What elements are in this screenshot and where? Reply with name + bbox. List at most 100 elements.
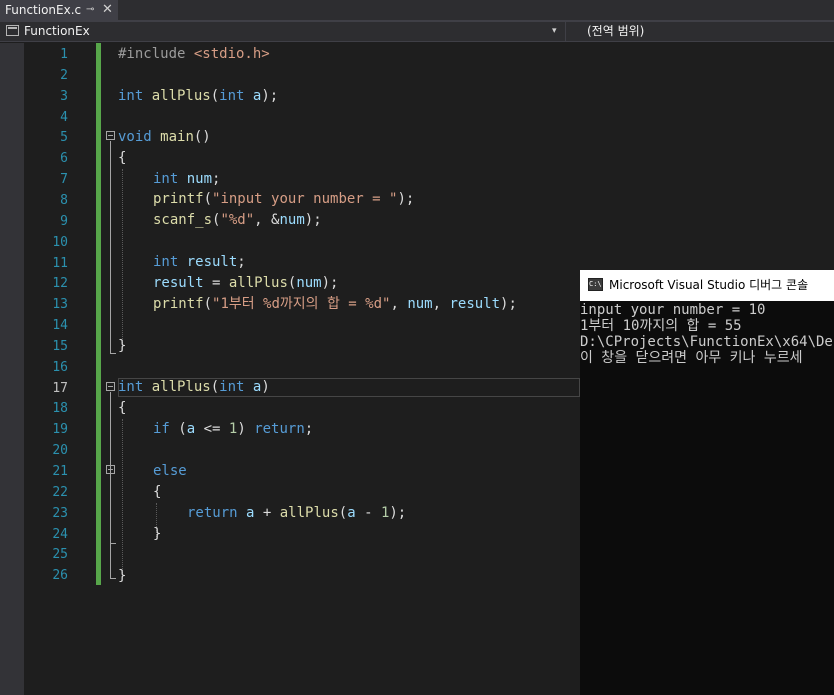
token-punct: ( [210, 379, 220, 395]
collapse-else-icon[interactable] [106, 465, 115, 474]
token-keyword: int [153, 171, 187, 187]
code-line-22: { [153, 482, 161, 503]
token-punct: - [355, 505, 381, 521]
token-preprocessor: #include [118, 46, 194, 62]
document-tab-strip: FunctionEx.c ⊸ ✕ [0, 0, 834, 20]
token-punct: () [193, 129, 211, 145]
token-function: allPlus [228, 275, 288, 291]
project-name: FunctionEx [24, 24, 90, 38]
line-number: 1 [60, 47, 68, 62]
line-number: 20 [52, 443, 68, 458]
indent-guide [122, 419, 123, 577]
code-line-5: void main() [118, 127, 211, 148]
fold-line-main [110, 141, 111, 353]
line-number: 23 [52, 506, 68, 521]
token-punct: ) [261, 379, 270, 395]
token-punct: ); [389, 505, 407, 521]
line-number: 22 [52, 485, 68, 500]
token-punct: ); [261, 88, 279, 104]
project-dropdown[interactable]: FunctionEx ▾ [0, 22, 566, 41]
line-number: 2 [60, 68, 68, 83]
code-line-12: result = allPlus(num); [153, 273, 338, 294]
navigation-bar: FunctionEx ▾ (전역 범위) [0, 22, 834, 42]
token-punct: ( [338, 505, 348, 521]
console-title: Microsoft Visual Studio 디버그 콘솔 [609, 278, 809, 292]
debug-console-window[interactable]: C:\ Microsoft Visual Studio 디버그 콘솔 input… [580, 270, 834, 695]
token-function: allPlus [151, 88, 211, 104]
code-line-1: #include <stdio.h> [118, 44, 270, 65]
fold-line-else [110, 475, 111, 543]
line-number: 24 [52, 527, 68, 542]
chevron-down-icon[interactable]: ▾ [552, 22, 557, 41]
pin-icon[interactable]: ⊸ [86, 0, 94, 20]
line-number: 25 [52, 547, 68, 562]
collapse-allplus-icon[interactable] [106, 382, 115, 391]
line-number: 12 [52, 276, 68, 291]
console-output-line: D:\CProjects\FunctionEx\x64\Debu [580, 334, 834, 350]
token-function: printf [153, 191, 204, 207]
token-punct: ; [237, 254, 246, 270]
token-brace: { [153, 484, 162, 500]
token-punct: ( [203, 191, 213, 207]
line-number: 26 [52, 568, 68, 583]
token-punct: ); [321, 275, 339, 291]
code-line-9: scanf_s("%d", &num); [153, 210, 322, 231]
token-brace: { [118, 150, 127, 166]
token-punct: ); [397, 191, 415, 207]
token-variable: a [347, 505, 356, 521]
token-variable: num [186, 171, 213, 187]
code-line-7: int num; [153, 169, 220, 190]
code-line-6: { [118, 148, 126, 169]
close-icon[interactable]: ✕ [102, 0, 113, 20]
code-line-17: int allPlus(int a) [118, 377, 270, 398]
line-number: 21 [52, 464, 68, 479]
collapse-main-icon[interactable] [106, 131, 115, 140]
code-line-23: return a + allPlus(a - 1); [187, 503, 406, 524]
code-line-24: } [153, 524, 161, 545]
code-line-3: int allPlus(int a); [118, 86, 278, 107]
token-keyword: void [118, 129, 161, 145]
indent-guide [122, 169, 123, 345]
token-brace: { [118, 400, 127, 416]
token-keyword: int [153, 254, 187, 270]
token-punct: ( [203, 296, 213, 312]
token-keyword: else [153, 463, 187, 479]
project-icon [6, 25, 19, 36]
token-string: "%d" [220, 212, 255, 228]
line-number: 11 [52, 256, 68, 271]
tab-title: FunctionEx.c [5, 3, 82, 17]
code-line-18: { [118, 398, 126, 419]
token-variable: num [279, 212, 305, 228]
line-number: 7 [60, 172, 68, 187]
token-variable: result [186, 254, 238, 270]
line-number: 18 [52, 401, 68, 416]
token-punct: , [432, 296, 450, 312]
line-number: 13 [52, 297, 68, 312]
code-line-8: printf("input your number = "); [153, 189, 414, 210]
token-keyword: if [153, 421, 179, 437]
scope-dropdown[interactable]: (전역 범위) [587, 22, 644, 41]
token-keyword: int [118, 88, 152, 104]
token-function: allPlus [279, 505, 339, 521]
token-punct: = [203, 275, 229, 291]
line-number: 9 [60, 214, 68, 229]
code-editor[interactable]: 1 2 3 4 5 6 7 8 9 10 11 12 13 14 15 16 17 18 19 20 21 22 23 24 2… [0, 43, 580, 695]
code-line-21: else [153, 461, 187, 482]
code-line-11: int result; [153, 252, 246, 273]
document-tab-functionex[interactable]: FunctionEx.c ⊸ ✕ [0, 0, 118, 20]
token-header: <stdio.h> [193, 46, 270, 62]
token-brace: } [118, 568, 127, 584]
token-punct: , & [254, 212, 280, 228]
token-punct: ) [237, 421, 255, 437]
line-number: 19 [52, 422, 68, 437]
token-punct: ); [500, 296, 517, 312]
token-function: main [160, 129, 194, 145]
fold-end-else [110, 543, 116, 544]
console-title-bar[interactable]: C:\ Microsoft Visual Studio 디버그 콘솔 [580, 270, 834, 301]
token-punct: ; [304, 421, 314, 437]
console-app-icon: C:\ [588, 278, 603, 291]
line-number: 14 [52, 318, 68, 333]
line-number: 15 [52, 339, 68, 354]
fold-end-allplus [110, 578, 116, 579]
token-punct: ; [212, 171, 221, 187]
